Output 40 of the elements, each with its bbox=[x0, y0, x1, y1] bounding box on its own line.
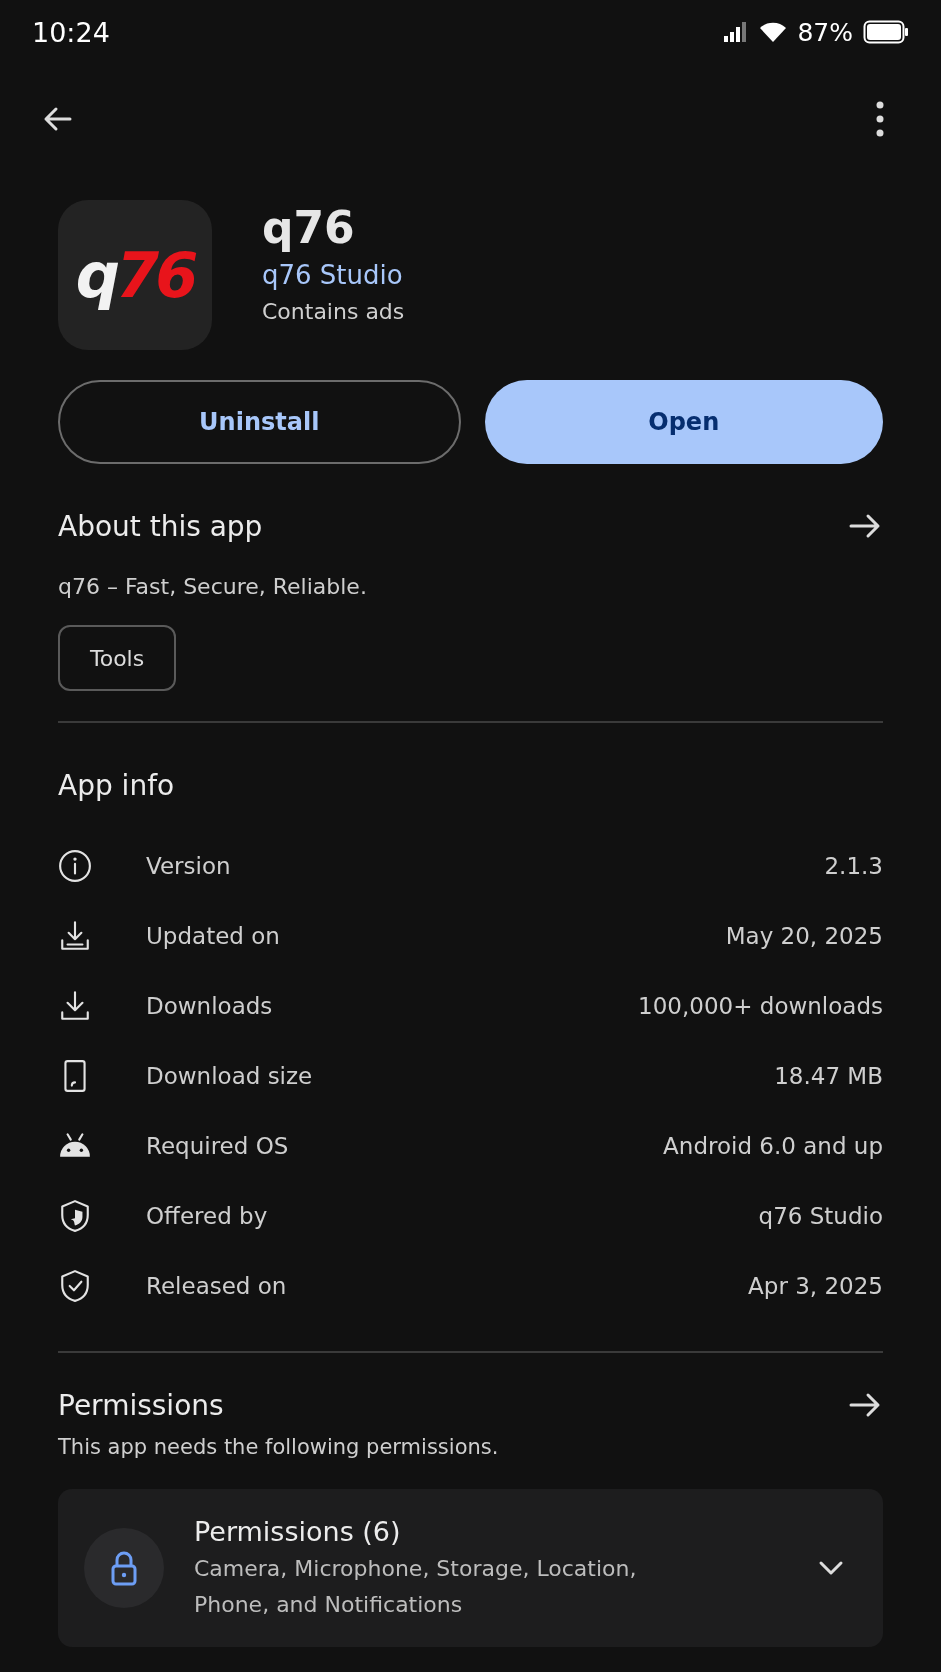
info-icon bbox=[58, 849, 92, 883]
uninstall-button[interactable]: Uninstall bbox=[58, 380, 461, 464]
section-subtitle: This app needs the following permissions. bbox=[58, 1435, 500, 1459]
info-label: Offered by bbox=[146, 1203, 269, 1229]
section-title: About this app bbox=[58, 509, 263, 543]
download-tray-icon bbox=[58, 919, 92, 953]
ads-note: Contains ads bbox=[262, 298, 405, 326]
app-description: q76 – Fast, Secure, Reliable. bbox=[58, 574, 368, 599]
shield-check-icon bbox=[58, 1269, 92, 1303]
permissions-card[interactable]: Permissions (6) Camera, Microphone, Storage, Location, Phone, and Notifications bbox=[58, 1489, 883, 1647]
info-value: 18.47 MB bbox=[774, 1063, 883, 1089]
download-icon bbox=[58, 989, 92, 1023]
wifi-icon bbox=[759, 21, 788, 43]
info-label: Required OS bbox=[146, 1133, 290, 1159]
more-options-icon[interactable] bbox=[875, 101, 885, 137]
info-value: Android 6.0 and up bbox=[663, 1133, 883, 1159]
developer-link[interactable]: q76 Studio bbox=[262, 256, 405, 294]
info-value: 100,000+ downloads bbox=[638, 993, 883, 1019]
section-title: Permissions bbox=[58, 1388, 224, 1422]
status-time: 10:24 bbox=[32, 16, 110, 48]
info-value: May 20, 2025 bbox=[725, 923, 883, 949]
info-label: Downloads bbox=[146, 993, 274, 1019]
info-label: Updated on bbox=[146, 923, 281, 949]
category-chip[interactable]: Tools bbox=[58, 625, 177, 691]
shield-icon bbox=[58, 1199, 92, 1233]
info-label: Download size bbox=[146, 1063, 314, 1089]
app-name: q76 bbox=[262, 201, 356, 255]
open-button[interactable]: Open bbox=[484, 380, 883, 464]
battery-icon bbox=[863, 20, 909, 44]
lock-icon bbox=[84, 1528, 164, 1608]
info-label: Released on bbox=[146, 1273, 288, 1299]
card-details: Camera, Microphone, Storage, Location, Phone, and Notifications bbox=[194, 1555, 638, 1619]
logo-text: q76 bbox=[75, 238, 195, 312]
info-value: 2.1.3 bbox=[824, 853, 883, 879]
info-value: q76 Studio bbox=[758, 1203, 883, 1229]
info-value: Apr 3, 2025 bbox=[748, 1273, 883, 1299]
info-label: Version bbox=[146, 853, 232, 879]
card-title: Permissions (6) bbox=[194, 1515, 402, 1549]
section-title: App info bbox=[58, 768, 175, 802]
battery-level: 87% bbox=[797, 17, 853, 47]
